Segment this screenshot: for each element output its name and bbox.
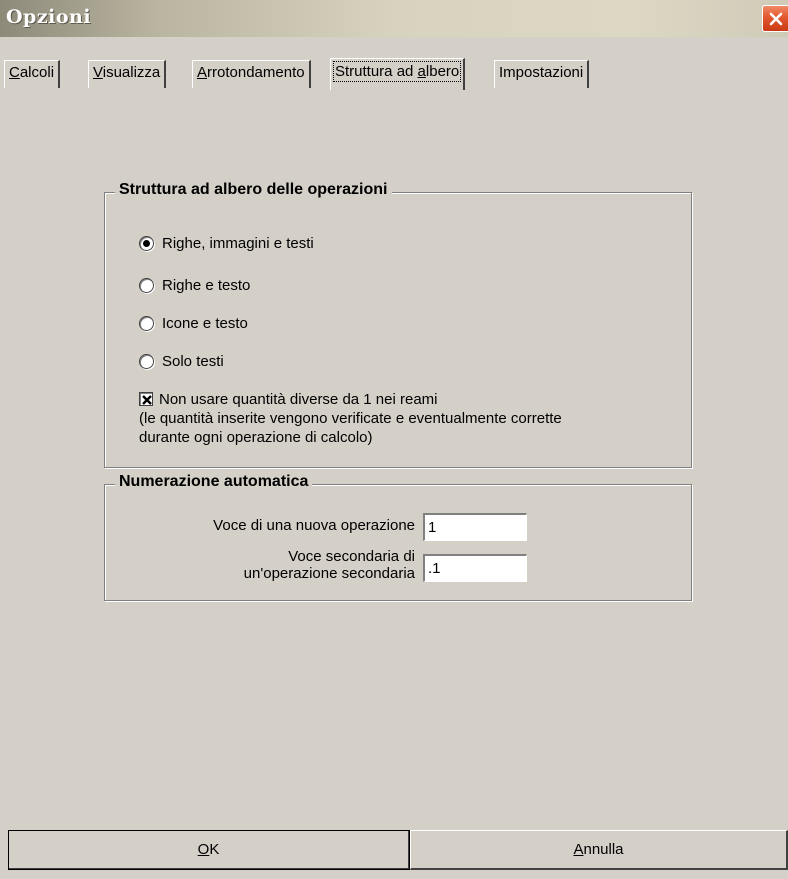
label-line: Voce secondaria di xyxy=(288,548,415,565)
ok-button[interactable]: OK xyxy=(8,830,410,870)
tab-label: Struttura ad albero xyxy=(332,61,462,82)
radio-righe-immagini-testi[interactable]: Righe, immagini e testi xyxy=(139,235,314,252)
label-line: un'operazione secondaria xyxy=(243,565,415,582)
auto-numbering-group: Numerazione automatica Voce di una nuova… xyxy=(104,473,692,601)
button-label: OK xyxy=(197,841,220,858)
radio-icon xyxy=(139,354,154,369)
check-x-icon xyxy=(142,395,152,405)
button-label: Annulla xyxy=(573,841,624,858)
new-operation-input[interactable] xyxy=(423,513,527,541)
checkbox-note-line: durante ogni operazione di calcolo) xyxy=(139,429,373,446)
checkbox[interactable] xyxy=(139,392,153,406)
window-title: Opzioni xyxy=(6,6,92,28)
tree-structure-group: Struttura ad albero delle operazioni Rig… xyxy=(104,181,692,468)
radio-selected-icon xyxy=(139,236,154,251)
radio-icon xyxy=(139,316,154,331)
tab-calcoli[interactable]: Calcoli xyxy=(4,60,61,88)
group-title: Struttura ad albero delle operazioni xyxy=(115,181,392,199)
secondary-operation-field[interactable] xyxy=(428,560,523,577)
secondary-operation-label: Voce secondaria di un'operazione seconda… xyxy=(125,548,415,582)
dialog-buttons: OK Annulla xyxy=(0,830,788,879)
options-dialog: Opzioni Calcoli Visualizza Arrotondament… xyxy=(0,0,788,879)
radio-label: Icone e testo xyxy=(162,315,248,332)
tab-visualizza[interactable]: Visualizza xyxy=(88,60,167,88)
new-operation-field[interactable] xyxy=(428,519,523,536)
close-icon xyxy=(769,12,783,25)
radio-label: Righe e testo xyxy=(162,277,251,294)
radio-label: Solo testi xyxy=(162,353,224,370)
tab-label: Calcoli xyxy=(9,64,55,81)
checkbox-note-line: (le quantità inserite vengono verificate… xyxy=(139,410,562,427)
group-title: Numerazione automatica xyxy=(115,473,313,491)
radio-label: Righe, immagini e testi xyxy=(162,235,314,252)
tab-label: Impostazioni xyxy=(499,64,584,81)
radio-icone-testo[interactable]: Icone e testo xyxy=(139,315,248,332)
cancel-button[interactable]: Annulla xyxy=(410,830,788,870)
close-button[interactable] xyxy=(762,5,788,32)
title-bar[interactable]: Opzioni xyxy=(0,0,788,37)
new-operation-label: Voce di una nuova operazione xyxy=(213,517,415,534)
tab-label: Visualizza xyxy=(93,64,161,81)
radio-righe-testo[interactable]: Righe e testo xyxy=(139,277,250,294)
tab-label: Arrotondamento xyxy=(197,64,305,81)
checkbox-label: Non usare quantità diverse da 1 nei ream… xyxy=(159,391,438,408)
tab-impostazioni[interactable]: Impostazioni xyxy=(494,60,590,88)
tab-strip: Calcoli Visualizza Arrotondamento Strutt… xyxy=(0,58,788,90)
tab-arrotondamento[interactable]: Arrotondamento xyxy=(192,60,311,88)
secondary-operation-input[interactable] xyxy=(423,554,527,582)
quantity-checkbox-row[interactable]: Non usare quantità diverse da 1 nei ream… xyxy=(139,390,562,447)
radio-solo-testi[interactable]: Solo testi xyxy=(139,353,224,370)
radio-icon xyxy=(139,278,154,293)
tab-struttura-ad-albero[interactable]: Struttura ad albero xyxy=(330,58,466,90)
